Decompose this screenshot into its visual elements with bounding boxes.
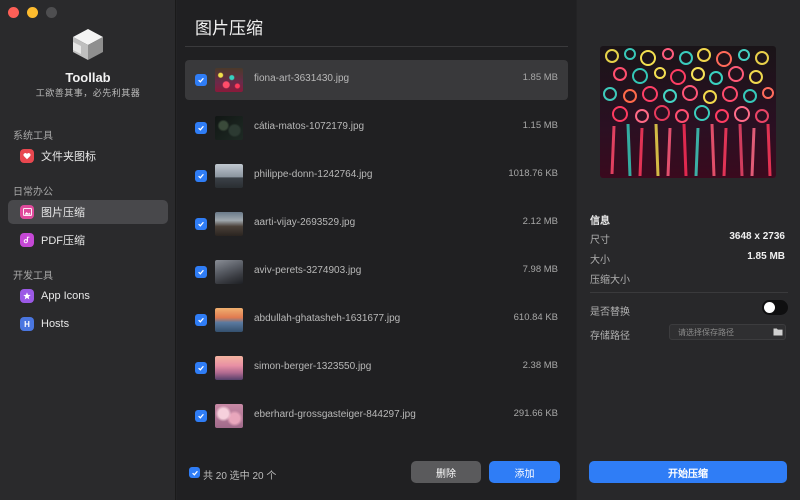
file-checkbox[interactable] [195, 122, 207, 134]
title-divider [185, 46, 568, 47]
info-heading: 信息 [590, 216, 610, 227]
file-row[interactable]: cátia-matos-1072179.jpg 1.15 MB [185, 108, 568, 148]
file-checkbox[interactable] [195, 410, 207, 422]
app-store-icon [20, 289, 34, 303]
selection-summary: 共 20 选中 20 个 [203, 471, 277, 482]
file-row[interactable]: fiona-art-3631430.jpg 1.85 MB [185, 60, 568, 100]
file-name: aarti-vijay-2693529.jpg [254, 217, 356, 228]
add-button[interactable]: 添加 [489, 461, 560, 483]
sidebar-item-label: Hosts [41, 318, 70, 330]
section-label-dev-tools: 开发工具 [13, 271, 53, 282]
detail-panel: 信息 尺寸 3648 x 2736 大小 1.85 MB 压缩大小 是否替换 存… [577, 0, 800, 500]
sidebar-item-hosts[interactable]: H Hosts [8, 312, 168, 336]
file-name: eberhard-grossgasteiger-844297.jpg [254, 409, 416, 420]
file-row[interactable]: philippe-donn-1242764.jpg 1018.76 KB [185, 156, 568, 196]
dimension-value: 3648 x 2736 [729, 231, 785, 242]
pdf-icon [20, 233, 34, 247]
close-window-button[interactable] [8, 7, 19, 18]
file-checkbox[interactable] [195, 170, 207, 182]
file-panel: 图片压缩 fiona-art-3631430.jpg 1.85 MB cátia… [177, 0, 576, 500]
hosts-icon: H [20, 317, 34, 331]
sidebar: Toollab 工欲善其事，必先利其器 系统工具 文件夹图标 日常办公 图片压缩… [0, 0, 176, 500]
file-thumbnail [215, 404, 243, 428]
file-name: fiona-art-3631430.jpg [254, 73, 350, 84]
file-row[interactable]: aviv-perets-3274903.jpg 7.98 MB [185, 252, 568, 292]
page-title: 图片压缩 [195, 19, 263, 38]
window-controls [8, 7, 57, 18]
file-checkbox[interactable] [195, 218, 207, 230]
replace-label: 是否替换 [590, 307, 630, 318]
file-size: 7.98 MB [522, 264, 558, 275]
file-thumbnail [215, 356, 243, 380]
file-thumbnail [215, 68, 243, 92]
file-checkbox[interactable] [195, 266, 207, 278]
info-divider [590, 292, 788, 293]
file-checkbox[interactable] [195, 74, 207, 86]
save-path-input[interactable] [669, 324, 786, 340]
file-row[interactable]: simon-berger-1323550.jpg 2.38 MB [185, 348, 568, 388]
replace-toggle[interactable] [762, 300, 788, 315]
toggle-knob [764, 302, 775, 313]
folder-icon[interactable] [773, 327, 783, 336]
section-label-system-tools: 系统工具 [13, 131, 53, 142]
file-name: aviv-perets-3274903.jpg [254, 265, 362, 276]
file-thumbnail [215, 212, 243, 236]
compressed-size-label: 压缩大小 [590, 275, 630, 286]
folder-heart-icon [20, 149, 34, 163]
file-size: 2.38 MB [522, 360, 558, 371]
size-value: 1.85 MB [747, 251, 785, 262]
file-size: 1.85 MB [522, 72, 558, 83]
file-checkbox[interactable] [195, 362, 207, 374]
select-all-checkbox[interactable] [189, 467, 200, 478]
dimension-label: 尺寸 [590, 235, 610, 246]
file-thumbnail [215, 116, 243, 140]
image-preview [600, 46, 776, 178]
file-size: 1018.76 KB [508, 168, 558, 179]
file-thumbnail [215, 260, 243, 284]
file-name: philippe-donn-1242764.jpg [254, 169, 373, 180]
size-label: 大小 [590, 255, 610, 266]
sidebar-item-label: App Icons [41, 290, 90, 302]
file-name: simon-berger-1323550.jpg [254, 361, 372, 372]
sidebar-item-pdf-compress[interactable]: PDF压缩 [8, 228, 168, 252]
file-list[interactable]: fiona-art-3631430.jpg 1.85 MB cátia-mato… [185, 60, 568, 444]
sidebar-item-label: PDF压缩 [41, 235, 85, 247]
file-thumbnail [215, 308, 243, 332]
delete-button[interactable]: 删除 [411, 461, 481, 483]
sidebar-item-label: 文件夹图标 [41, 151, 96, 163]
app-window: Toollab 工欲善其事，必先利其器 系统工具 文件夹图标 日常办公 图片压缩… [0, 0, 800, 500]
file-thumbnail [215, 164, 243, 188]
toollab-logo-icon [73, 29, 103, 60]
app-name: Toollab [65, 70, 111, 85]
save-path-label: 存储路径 [590, 331, 630, 342]
zoom-window-button[interactable] [46, 7, 57, 18]
file-checkbox[interactable] [195, 314, 207, 326]
app-slogan: 工欲善其事，必先利其器 [35, 89, 141, 99]
sidebar-item-label: 图片压缩 [41, 207, 85, 219]
minimize-window-button[interactable] [27, 7, 38, 18]
file-name: abdullah-ghatasheh-1631677.jpg [254, 313, 401, 324]
file-size: 291.66 KB [513, 408, 558, 419]
start-compress-button[interactable]: 开始压缩 [589, 461, 787, 483]
image-icon [20, 205, 34, 219]
file-row[interactable]: aarti-vijay-2693529.jpg 2.12 MB [185, 204, 568, 244]
section-label-daily-office: 日常办公 [13, 187, 53, 198]
file-row[interactable]: abdullah-ghatasheh-1631677.jpg 610.84 KB [185, 300, 568, 340]
sidebar-item-image-compress[interactable]: 图片压缩 [8, 200, 168, 224]
file-size: 2.12 MB [522, 216, 558, 227]
sidebar-item-app-icons[interactable]: App Icons [8, 284, 168, 308]
file-size: 610.84 KB [513, 312, 558, 323]
file-name: cátia-matos-1072179.jpg [254, 121, 365, 132]
file-row[interactable]: eberhard-grossgasteiger-844297.jpg 291.6… [185, 396, 568, 436]
file-size: 1.15 MB [522, 120, 558, 131]
sidebar-item-folder-icon[interactable]: 文件夹图标 [8, 144, 168, 168]
